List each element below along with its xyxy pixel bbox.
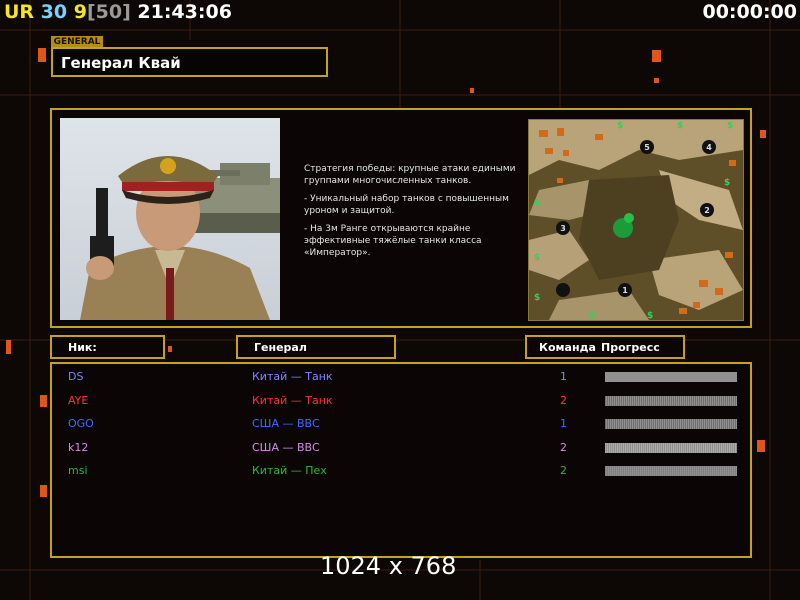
player-team: 2 xyxy=(560,393,567,407)
player-nick: msi xyxy=(68,464,88,477)
money-marker: $ xyxy=(617,121,623,131)
general-name: Генерал Квай xyxy=(61,54,181,72)
column-header-team-progress: Команда Прогресс xyxy=(525,335,685,359)
player-team: 2 xyxy=(560,464,567,477)
money-marker: $ xyxy=(589,311,595,320)
player-row: k12 США — ВВС 2 xyxy=(52,438,752,456)
player-general: США — ВВС xyxy=(252,417,320,430)
players-panel: DS Китай — Танк 1 AYE Китай — Танк 2 OGO США — … xyxy=(50,362,752,558)
player-progress-bar xyxy=(605,395,737,406)
money-marker: $ xyxy=(647,311,653,320)
money-marker: $ xyxy=(724,178,730,188)
spawn-number: 4 xyxy=(706,143,712,152)
player-general: Китай — Танк xyxy=(252,370,333,383)
description-paragraph: - На 3м Ранге открываются крайне эффекти… xyxy=(304,224,482,258)
game-timer: 00:00:00 xyxy=(702,1,797,23)
player-team: 1 xyxy=(560,370,567,383)
top-hud: UR 30 9[50] 21:43:06 00:00:00 xyxy=(0,0,800,26)
spawn-number: 2 xyxy=(704,206,710,215)
description-paragraph: - Уникальный набор танков с повышенным у… xyxy=(304,194,509,216)
hud-segment: 21:43:06 xyxy=(130,1,232,23)
column-header-nick-label: Ник: xyxy=(68,341,97,354)
player-nick: k12 xyxy=(68,440,89,454)
map-preview: $ $ $ $ $ $ $ $ $ 1 2 3 4 5 xyxy=(528,119,744,321)
description-paragraph: Стратегия победы: крупные атаки едиными … xyxy=(304,164,516,186)
player-nick: AYE xyxy=(68,393,89,407)
spawn-number: 5 xyxy=(644,143,650,152)
general-info-panel: Стратегия победы: крупные атаки едиными … xyxy=(50,108,752,328)
strategy-description: Стратегия победы: крупные атаки едиными … xyxy=(304,163,519,265)
resolution-label: 1024 x 768 xyxy=(320,552,457,580)
player-progress-bar xyxy=(605,419,737,429)
column-header-general: Генерал xyxy=(236,335,396,359)
column-header-general-label: Генерал xyxy=(254,341,307,354)
spawn-number: 3 xyxy=(560,224,566,233)
player-row: DS Китай — Танк 1 xyxy=(52,367,752,385)
general-portrait xyxy=(60,118,280,320)
money-marker: $ xyxy=(534,198,540,208)
player-general: Китай — Пех xyxy=(252,464,327,477)
player-team: 1 xyxy=(560,417,567,430)
player-nick: OGO xyxy=(68,417,94,430)
hud-segment: 9 xyxy=(67,1,87,23)
money-marker: $ xyxy=(727,121,733,131)
hud-segment: [50] xyxy=(86,1,131,23)
money-marker: $ xyxy=(677,121,683,131)
player-row: msi Китай — Пех 2 xyxy=(52,461,752,479)
column-header-team-label: Команда xyxy=(539,341,596,354)
player-progress-bar xyxy=(605,466,737,476)
player-general: США — ВВС xyxy=(252,440,320,454)
hud-segment: 30 xyxy=(34,1,68,23)
player-nick: DS xyxy=(68,370,84,383)
hud-status-readout: UR 30 9[50] 21:43:06 xyxy=(4,1,232,23)
player-progress-bar xyxy=(605,372,737,382)
player-row: OGO США — ВВС 1 xyxy=(52,414,752,432)
spawn-number: 1 xyxy=(622,286,628,295)
player-row: AYE Китай — Танк 2 xyxy=(52,391,752,409)
money-marker: $ xyxy=(534,293,540,303)
hud-segment: UR xyxy=(4,1,35,23)
general-name-box: Генерал Квай xyxy=(51,47,328,77)
player-team: 2 xyxy=(560,440,567,454)
player-general: Китай — Танк xyxy=(252,393,333,407)
player-progress-bar xyxy=(605,442,737,453)
column-header-nick: Ник: xyxy=(50,335,165,359)
column-header-progress-label: Прогресс xyxy=(601,341,660,354)
money-marker: $ xyxy=(534,253,540,263)
